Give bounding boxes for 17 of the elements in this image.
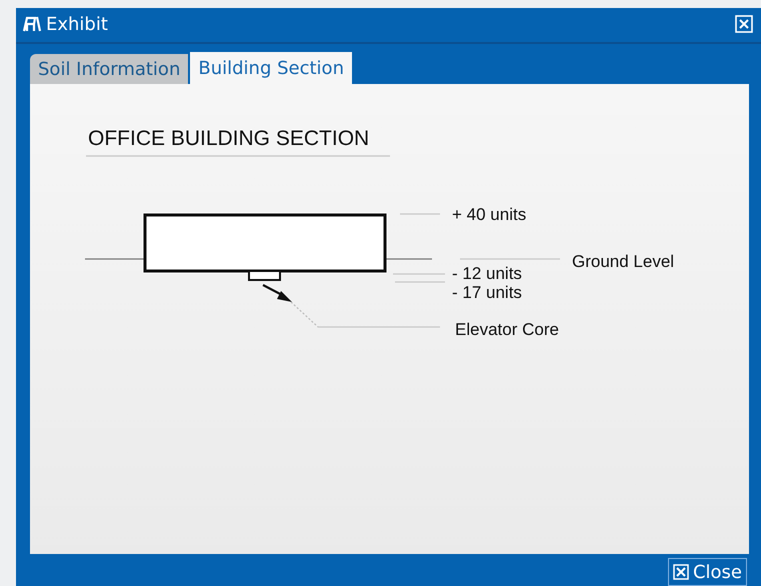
leader-line	[400, 213, 440, 215]
close-button[interactable]: Close	[668, 558, 747, 586]
leader-line	[393, 273, 445, 275]
leader-line	[395, 281, 445, 283]
dimension-label: - 12 units	[452, 264, 522, 283]
dimension-label: Elevator Core	[455, 320, 559, 339]
close-icon[interactable]	[735, 15, 753, 33]
pointer-arrow	[262, 284, 318, 328]
exhibit-icon	[22, 15, 42, 33]
tab[interactable]: Building Section	[190, 52, 352, 84]
dimension-label: Ground Level	[572, 252, 674, 271]
close-icon	[672, 564, 689, 580]
dimension-label: - 17 units	[452, 283, 522, 302]
window-title: Exhibit	[46, 14, 108, 34]
tab[interactable]: Soil Information	[30, 54, 188, 84]
drawing-title: OFFICE BUILDING SECTION	[88, 127, 370, 150]
dimension-label: + 40 units	[452, 205, 526, 224]
